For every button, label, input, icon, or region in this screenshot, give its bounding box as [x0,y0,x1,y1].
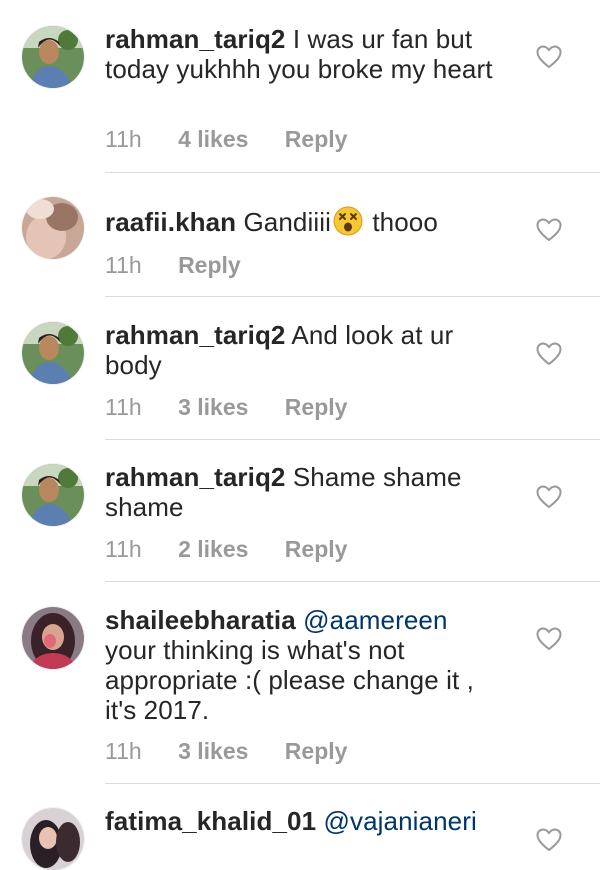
heart-outline-icon[interactable] [536,45,562,69]
avatar[interactable] [22,607,84,669]
reply-button[interactable]: Reply [285,536,348,563]
comment-meta: 11h 3 likes Reply [105,394,377,421]
heart-outline-icon[interactable] [536,627,562,651]
comment-meta: 11h 4 likes Reply [105,126,377,153]
reply-button[interactable]: Reply [285,738,348,765]
comment-time: 11h [105,536,142,562]
comment-time: 11h [105,738,142,764]
comment-text: fatima_khalid_01 @vajanianeri [105,806,505,836]
divider [105,439,600,440]
comment-body: Gandiiii [243,207,331,237]
divider [105,581,600,582]
comment-username[interactable]: rahman_tariq2 [105,24,285,54]
divider [105,783,600,784]
astonished-face-emoji [333,206,363,236]
heart-outline-icon[interactable] [536,485,562,509]
comment-username[interactable]: fatima_khalid_01 [105,806,316,836]
divider [105,296,600,297]
avatar[interactable] [22,808,84,870]
avatar[interactable] [22,26,84,88]
divider [105,172,600,173]
comment-username[interactable]: shaileebharatia [105,605,296,635]
comment-time: 11h [105,394,142,420]
comment-likes[interactable]: 3 likes [178,738,248,765]
comment-mention[interactable]: @vajanianeri [323,806,476,836]
comment-text: rahman_tariq2 Shame shame shame [105,462,505,522]
avatar[interactable] [22,197,84,259]
comment-username[interactable]: rahman_tariq2 [105,320,285,350]
comment-likes[interactable]: 4 likes [178,126,248,153]
avatar[interactable] [22,464,84,526]
comment-time: 11h [105,252,142,278]
comment-time: 11h [105,126,142,152]
heart-outline-icon[interactable] [536,342,562,366]
comment-likes[interactable]: 2 likes [178,536,248,563]
comment-body: your thinking is what's not appropriate … [105,635,474,725]
reply-button[interactable]: Reply [285,126,348,153]
comment-text: rahman_tariq2 I was ur fan but today yuk… [105,24,505,84]
comment-text: shaileebharatia @aamereen your thinking … [105,605,505,725]
heart-outline-icon[interactable] [536,218,562,242]
comment-likes[interactable]: 3 likes [178,394,248,421]
comment-body-continued: thooo [365,207,438,237]
comment-text: raafii.khan Gandiiii thooo [105,206,505,237]
comment-list: rahman_tariq2 I was ur fan but today yuk… [0,0,600,870]
comment-username[interactable]: raafii.khan [105,207,236,237]
comment-meta: 11h 2 likes Reply [105,536,377,563]
comment-meta: 11h Reply [105,252,271,279]
avatar[interactable] [22,322,84,384]
reply-button[interactable]: Reply [178,252,241,279]
heart-outline-icon[interactable] [536,828,562,852]
comment-mention[interactable]: @aamereen [303,605,447,635]
reply-button[interactable]: Reply [285,394,348,421]
comment-meta: 11h 3 likes Reply [105,738,377,765]
comment-text: rahman_tariq2 And look at ur body [105,320,505,380]
comment-username[interactable]: rahman_tariq2 [105,462,285,492]
